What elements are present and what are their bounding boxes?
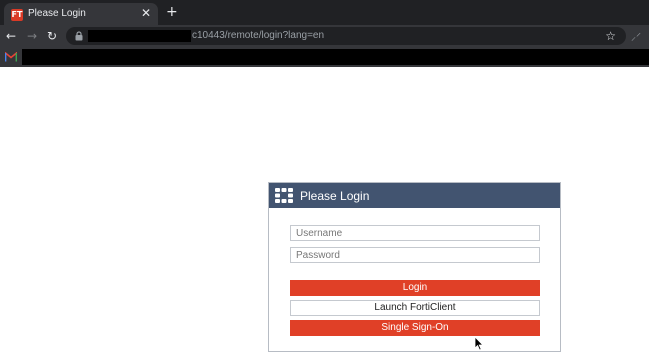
bookmark-star-icon[interactable]: ☆ — [605, 28, 616, 44]
gmail-icon[interactable] — [5, 52, 17, 62]
back-button[interactable]: ← — [6, 28, 16, 44]
login-panel: Please Login Login Launch FortiClient Si… — [268, 182, 561, 352]
login-title: Please Login — [300, 189, 370, 203]
address-bar[interactable]: c10443/remote/login?lang=en ☆ — [66, 27, 626, 45]
browser-toolbar: ← → ↻ c10443/remote/login?lang=en ☆ ⸝⸍ — [0, 25, 649, 47]
login-button[interactable]: Login — [290, 280, 540, 296]
browser-tab[interactable]: FT Please Login ✕ — [4, 3, 158, 25]
new-tab-button[interactable]: + — [166, 4, 178, 20]
url-text: c10443/remote/login?lang=en — [192, 30, 325, 41]
bookmarks-bar — [0, 47, 649, 67]
tab-title: Please Login — [28, 8, 86, 19]
password-input[interactable] — [290, 247, 540, 263]
forward-button[interactable]: → — [27, 28, 37, 44]
mouse-cursor-icon — [474, 336, 484, 351]
tab-strip: FT Please Login ✕ + — [0, 0, 649, 25]
login-header: Please Login — [269, 183, 560, 208]
close-tab-icon[interactable]: ✕ — [141, 6, 151, 20]
fortinet-favicon-icon: FT — [11, 9, 23, 21]
fortinet-logo-icon — [275, 188, 293, 203]
redacted-url-host — [88, 30, 191, 42]
lock-icon[interactable] — [75, 31, 83, 41]
redacted-bookmarks — [22, 49, 649, 65]
extension-icon[interactable]: ⸝⸍ — [631, 29, 641, 43]
username-input[interactable] — [290, 225, 540, 241]
single-sign-on-button[interactable]: Single Sign-On — [290, 320, 540, 336]
reload-button[interactable]: ↻ — [47, 28, 57, 44]
launch-forticlient-button[interactable]: Launch FortiClient — [290, 300, 540, 316]
